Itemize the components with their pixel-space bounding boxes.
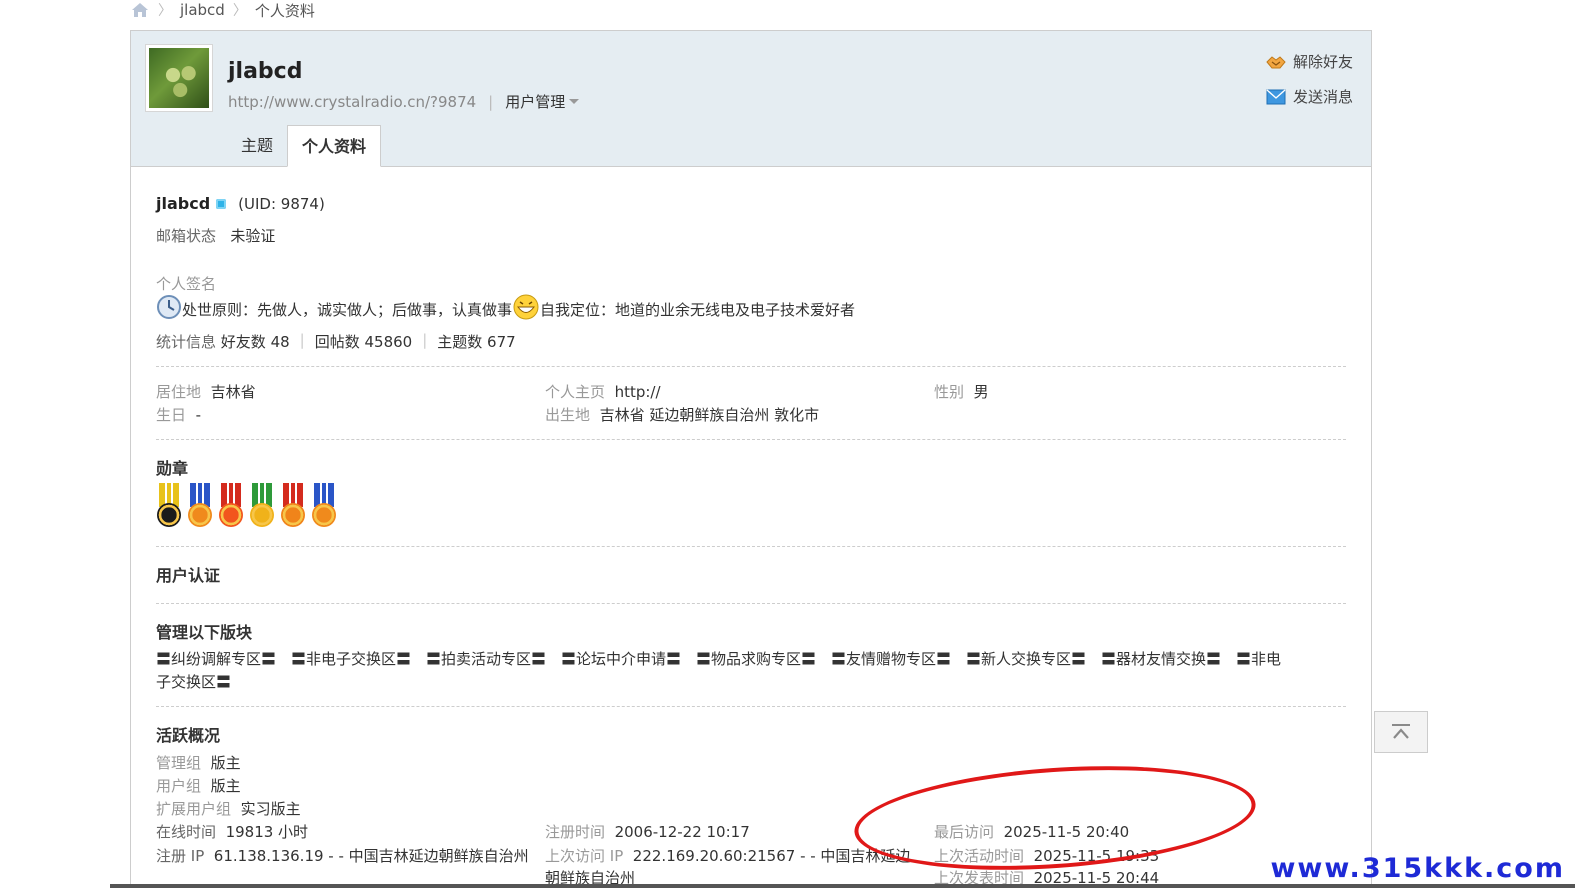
residence: 居住地 吉林省 [156,383,256,401]
space-url-link[interactable]: http://www.crystalradio.cn/?9874 [228,93,476,111]
profile-uid: (UID: 9874) [238,194,325,213]
home-icon[interactable] [130,2,150,18]
user-management-label: 用户管理 [505,93,566,111]
tab-profile[interactable]: 个人资料 [287,125,382,167]
medal-list [156,483,342,527]
clock-emoji-icon [157,295,181,319]
header-actions: 解除好友 发送消息 [1266,51,1353,107]
admin-group-link[interactable]: 版主 [211,754,241,772]
user-group: 用户组 版主 [156,777,241,795]
profile-tabs: 主题 个人资料 [227,125,382,167]
breadcrumb-current: 个人资料 [254,1,315,20]
breadcrumb: 〉 jlabcd 〉 个人资料 [130,0,315,20]
header-meta: http://www.crystalradio.cn/?9874 | 用户管理 [228,91,580,112]
handshake-icon [1266,55,1286,68]
online-time: 在线时间 19813 小时 [156,823,309,841]
medal-icon[interactable] [249,483,275,527]
birthplace: 出生地 吉林省 延边朝鲜族自治州 敦化市 [545,406,820,424]
user-group-link[interactable]: 版主 [211,777,241,795]
profile-name: jlabcd [156,194,211,213]
activity-title: 活跃概况 [156,726,221,745]
medal-icon[interactable] [156,483,182,527]
homepage: 个人主页 http:// [545,383,661,401]
friends-count-link[interactable]: 好友数 48 [221,331,290,352]
gender: 性别 男 [934,383,989,401]
ext-group: 扩展用户组 实习版主 [156,800,301,818]
send-message-button[interactable]: 发送消息 [1266,86,1353,107]
arrow-up-icon [1392,724,1410,739]
managed-boards-line2[interactable]: 子交换区〓 [156,671,231,692]
avatar[interactable] [145,44,213,112]
online-status-icon [216,198,227,209]
homepage-link[interactable]: http:// [615,383,661,401]
tab-topics[interactable]: 主题 [227,125,287,167]
signature-text: 处世原则：先做人，诚实做人；后做事，认真做事 自我定位：地道的业余无线电及电子技… [156,294,855,320]
register-ip: 注册 IP 61.138.136.19 - - 中国吉林延边朝鲜族自治州 [156,847,529,865]
chevron-down-icon [569,99,580,104]
topics-count-link[interactable]: 主题数 677 [437,331,515,352]
breadcrumb-sep-icon: 〉 [158,3,172,19]
breadcrumb-user-link[interactable]: jlabcd [180,1,225,19]
envelope-icon [1266,88,1286,104]
stats-line: 统计信息 好友数 48 | 回帖数 45860 | 主题数 677 [156,331,516,352]
signature-label: 个人签名 [156,275,217,293]
laughing-emoji-icon [513,294,539,320]
bottom-border [110,884,1575,888]
admin-group: 管理组 版主 [156,754,241,772]
unfriend-button[interactable]: 解除好友 [1266,51,1353,72]
boards-title: 管理以下版块 [156,623,253,642]
last-visit-ip: 上次访问 IP 222.169.20.60:21567 - - 中国吉林延边 [545,847,911,865]
medal-icon[interactable] [187,483,213,527]
replies-count-link[interactable]: 回帖数 45860 [315,331,413,352]
email-status: 邮箱状态 未验证 [156,227,276,245]
back-to-top-button[interactable] [1374,711,1428,753]
breadcrumb-sep-icon: 〉 [232,3,247,19]
divider [156,603,1346,604]
register-time: 注册时间 2006-12-22 10:17 [545,823,750,841]
medal-icon[interactable] [311,483,337,527]
verify-title: 用户认证 [156,566,221,585]
medals-title: 勋章 [156,459,189,478]
name-line: jlabcd (UID: 9874) [156,194,325,213]
header-username[interactable]: jlabcd [228,59,302,84]
watermark: www.315kkk.com [1270,853,1565,884]
managed-boards-line1[interactable]: 〓纠纷调解专区〓 〓非电子交换区〓 〓拍卖活动专区〓 〓论坛中介申请〓 〓物品求… [156,648,1281,669]
profile-header: jlabcd http://www.crystalradio.cn/?9874 … [131,31,1371,167]
medal-icon[interactable] [218,483,244,527]
divider [156,546,1346,547]
profile-card: jlabcd http://www.crystalradio.cn/?9874 … [130,30,1372,888]
medal-icon[interactable] [280,483,306,527]
user-management-menu[interactable]: 用户管理 [505,91,580,112]
divider [156,706,1346,707]
divider [156,366,1346,367]
birthday: 生日 - [156,406,201,424]
divider [156,439,1346,440]
